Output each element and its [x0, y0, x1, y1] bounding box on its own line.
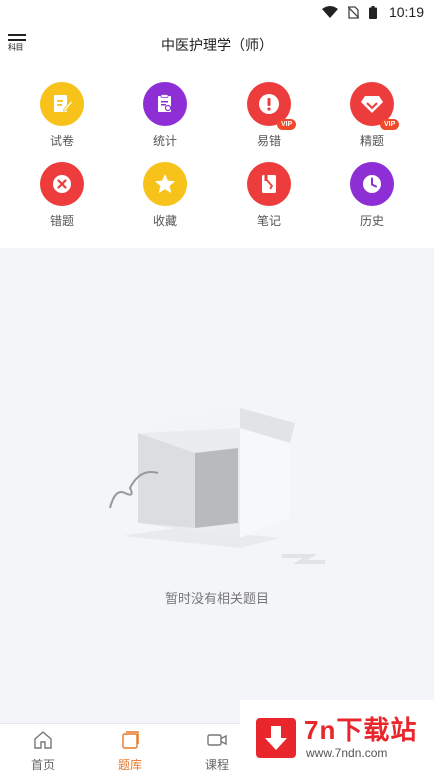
- watermark-title: 7n下载站: [304, 715, 418, 745]
- watermark-logo: 7n下载站 www.7ndn.com: [240, 700, 434, 773]
- grid-item-stats[interactable]: 统计: [120, 82, 210, 152]
- vip-badge: VIP: [380, 119, 400, 130]
- grid-circle: [143, 162, 187, 206]
- grid-item-history[interactable]: 历史: [327, 162, 417, 232]
- battery-icon: [368, 5, 377, 19]
- note-icon: [262, 175, 276, 193]
- paper-edit-icon: [54, 95, 73, 112]
- grid-label: 笔记: [256, 214, 281, 228]
- grid-circle: [143, 82, 187, 126]
- question-bank-icon: [122, 731, 139, 749]
- grid-circle: VIP: [350, 82, 400, 130]
- video-camera-icon: [207, 734, 227, 746]
- wifi-icon: [321, 6, 338, 18]
- home-icon: [34, 731, 52, 749]
- grid-circle: [40, 162, 84, 206]
- grid-circle: [247, 162, 291, 206]
- clock-icon: [363, 175, 381, 193]
- nav-courses[interactable]: 课程: [187, 730, 247, 773]
- grid-label: 统计: [152, 134, 177, 148]
- nav-home[interactable]: 首页: [13, 730, 73, 773]
- grid-circle: VIP: [247, 82, 297, 130]
- grid-label: 试卷: [49, 134, 74, 148]
- vip-badge: VIP: [277, 119, 297, 130]
- empty-message: 暂时没有相关题目: [164, 592, 269, 607]
- nav-label: 题库: [117, 758, 142, 772]
- grid-label: 错题: [49, 214, 74, 228]
- grid-circle: [40, 82, 84, 126]
- nav-question-bank[interactable]: 题库: [100, 730, 160, 773]
- title-bar: 科目 中医护理学（师）: [0, 24, 434, 66]
- watermark-url: www.7ndn.com: [306, 746, 388, 760]
- grid-item-error-prone[interactable]: VIP 易错: [224, 82, 314, 152]
- grid-label: 易错: [256, 134, 281, 148]
- grid-label: 收藏: [152, 214, 177, 228]
- grid-circle: [350, 162, 394, 206]
- empty-box-illustration: [109, 408, 325, 564]
- feature-grid: 试卷 统计 VIP 易错 VIP 精题 错题 收藏 笔记 历史: [0, 80, 434, 240]
- status-bar: 10:19: [0, 0, 434, 24]
- grid-item-selected[interactable]: VIP 精题: [327, 82, 417, 152]
- grid-item-wrong[interactable]: 错题: [17, 162, 107, 232]
- report-icon: [158, 94, 172, 112]
- empty-state: 暂时没有相关题目: [0, 248, 434, 723]
- close-circle-icon: [53, 175, 71, 193]
- grid-item-paper[interactable]: 试卷: [17, 82, 107, 152]
- page-title: 中医护理学（师）: [161, 38, 273, 54]
- grid-label: 精题: [359, 134, 384, 148]
- grid-item-favorites[interactable]: 收藏: [120, 162, 210, 232]
- grid-label: 历史: [359, 214, 384, 228]
- no-sim-icon: [347, 5, 359, 19]
- nav-label: 首页: [30, 758, 55, 772]
- nav-label: 课程: [204, 758, 229, 772]
- star-icon: [155, 174, 175, 193]
- diamond-icon: [361, 96, 383, 113]
- grid-item-notes[interactable]: 笔记: [224, 162, 314, 232]
- status-time: 10:19: [388, 4, 424, 20]
- download-arrow-icon: [256, 718, 296, 758]
- exclamation-icon: [259, 94, 279, 114]
